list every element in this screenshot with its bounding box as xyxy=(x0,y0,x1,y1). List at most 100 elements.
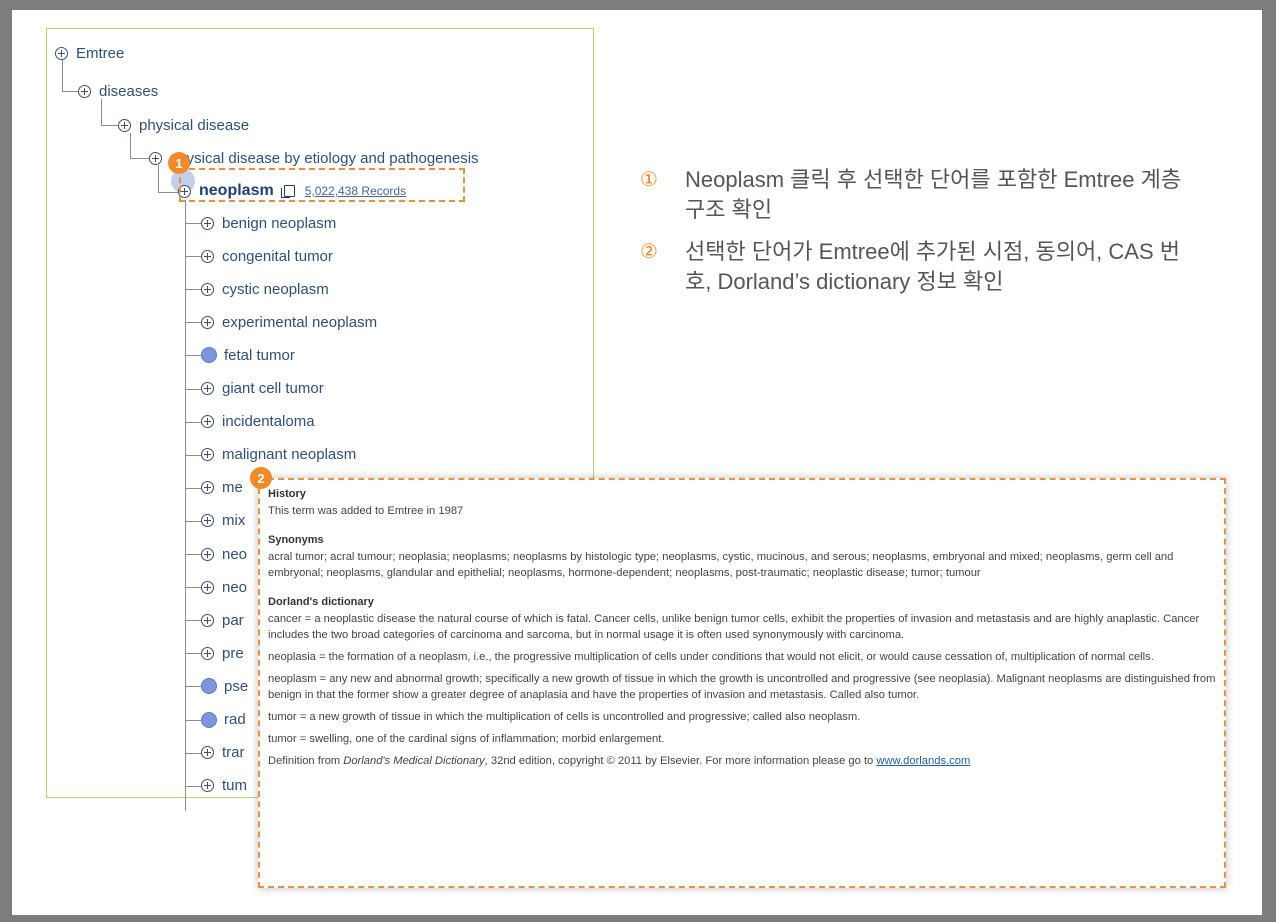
dorlands-link[interactable]: www.dorlands.com xyxy=(876,755,970,767)
tree-child-node[interactable]: rad xyxy=(201,709,246,731)
expand-icon[interactable] xyxy=(201,315,214,329)
tree-connector xyxy=(185,421,201,423)
expand-icon[interactable] xyxy=(201,448,214,462)
tree-node-etiology[interactable]: physical disease by etiology and pathoge… xyxy=(149,147,479,169)
tree-child-node[interactable]: fetal tumor xyxy=(201,344,295,366)
tree-node-label[interactable]: trar xyxy=(222,744,245,761)
tree-connector xyxy=(185,256,201,258)
expand-icon[interactable] xyxy=(201,282,214,296)
tree-node-label[interactable]: physical disease by etiology and pathoge… xyxy=(170,150,479,167)
tree-connector xyxy=(185,752,201,754)
expand-icon[interactable] xyxy=(201,613,214,627)
tree-connector xyxy=(130,158,149,159)
expand-icon[interactable] xyxy=(201,249,214,263)
source-book: Dorland's Medical Dictionary xyxy=(343,755,485,767)
callout-badge-2: 2 xyxy=(250,467,272,489)
tree-node-label[interactable]: diseases xyxy=(99,83,158,100)
tree-child-node[interactable]: tum xyxy=(201,775,247,797)
tree-child-node[interactable]: neo xyxy=(201,543,247,565)
tree-connector xyxy=(185,322,201,324)
note-text: 선택한 단어가 Emtree에 추가된 시점, 동의어, CAS 번호, Dor… xyxy=(685,239,1180,294)
tree-connector xyxy=(185,587,201,589)
leaf-dot-icon[interactable] xyxy=(201,711,217,728)
tree-child-node[interactable]: mix xyxy=(201,510,245,532)
tree-node-emtree[interactable]: Emtree xyxy=(55,42,124,64)
tree-connector xyxy=(130,133,131,158)
tree-node-diseases[interactable]: diseases xyxy=(78,80,158,102)
tree-node-label[interactable]: par xyxy=(222,612,244,629)
tree-node-label[interactable]: experimental neoplasm xyxy=(222,314,377,331)
history-text: This term was added to Emtree in 1987 xyxy=(268,505,464,517)
tree-node-label[interactable]: giant cell tumor xyxy=(222,380,324,397)
expand-icon[interactable] xyxy=(201,547,214,561)
tree-connector xyxy=(185,388,201,390)
tree-connector xyxy=(62,91,78,92)
tree-connector xyxy=(158,192,178,193)
tree-connector xyxy=(185,487,201,489)
tree-child-node[interactable]: par xyxy=(201,609,244,631)
tree-node-label[interactable]: benign neoplasm xyxy=(222,215,336,232)
tree-connector xyxy=(101,99,102,125)
tree-node-label[interactable]: pre xyxy=(222,645,244,662)
dorland-heading: Dorland's dictionary xyxy=(268,596,374,608)
leaf-dot-icon[interactable] xyxy=(201,347,217,364)
tree-child-node[interactable]: cystic neoplasm xyxy=(201,278,329,300)
tree-child-node[interactable]: incidentaloma xyxy=(201,411,315,433)
expand-icon[interactable] xyxy=(55,46,68,60)
expand-icon[interactable] xyxy=(201,746,214,760)
expand-icon[interactable] xyxy=(201,415,214,429)
tree-node-label[interactable]: Emtree xyxy=(76,45,124,62)
expand-icon[interactable] xyxy=(201,580,214,594)
tree-node-label[interactable]: rad xyxy=(224,711,246,728)
tree-connector xyxy=(185,520,201,522)
expand-icon[interactable] xyxy=(201,779,214,793)
tree-child-node[interactable]: me xyxy=(201,477,243,499)
tree-node-label[interactable]: congenital tumor xyxy=(222,248,333,265)
tree-node-label[interactable]: cystic neoplasm xyxy=(222,281,329,298)
definition-text: tumor = a new growth of tissue in which … xyxy=(268,711,861,723)
tree-node-label[interactable]: fetal tumor xyxy=(224,347,295,364)
tree-child-node[interactable]: neo xyxy=(201,576,247,598)
definition-text: neoplasm = any new and abnormal growth; … xyxy=(268,673,1216,701)
tree-connector xyxy=(185,355,201,357)
tree-child-node[interactable]: giant cell tumor xyxy=(201,378,324,400)
expand-icon[interactable] xyxy=(201,382,214,395)
expand-icon[interactable] xyxy=(78,84,91,98)
tree-child-node[interactable]: pse xyxy=(201,675,248,697)
expand-icon[interactable] xyxy=(201,514,214,528)
tree-node-label[interactable]: pse xyxy=(224,678,248,695)
tree-node-physical-disease[interactable]: physical disease xyxy=(118,114,249,136)
source-prefix: Definition from xyxy=(268,755,344,767)
leaf-dot-icon[interactable] xyxy=(201,678,217,695)
tree-node-label[interactable]: neo xyxy=(222,546,247,563)
tree-node-label[interactable]: tum xyxy=(222,777,247,794)
definition-text: tumor = swelling, one of the cardinal si… xyxy=(268,733,665,745)
tree-node-label[interactable]: physical disease xyxy=(139,117,249,134)
tree-connector xyxy=(158,165,159,192)
tree-child-node[interactable]: pre xyxy=(201,642,244,664)
expand-icon[interactable] xyxy=(201,481,214,495)
tree-node-label[interactable]: me xyxy=(222,479,243,496)
tree-connector xyxy=(185,686,201,688)
tree-connector xyxy=(185,554,201,555)
instruction-notes: ① Neoplasm 클릭 후 선택한 단어를 포함한 Emtree 계층 구조… xyxy=(640,165,1200,309)
tree-node-label[interactable]: neo xyxy=(222,579,247,596)
tree-node-label[interactable]: malignant neoplasm xyxy=(222,446,356,463)
tree-child-node[interactable]: trar xyxy=(201,742,245,764)
expand-icon[interactable] xyxy=(149,151,162,165)
tree-child-node[interactable]: benign neoplasm xyxy=(201,212,336,234)
tree-node-label[interactable]: mix xyxy=(222,512,245,529)
tree-node-label[interactable]: incidentaloma xyxy=(222,413,315,430)
tree-connector xyxy=(185,620,201,622)
expand-icon[interactable] xyxy=(201,216,214,230)
tree-connector xyxy=(101,125,118,126)
term-detail-popup: History This term was added to Emtree in… xyxy=(258,478,1226,888)
tree-child-node[interactable]: experimental neoplasm xyxy=(201,311,377,333)
expand-icon[interactable] xyxy=(201,646,214,660)
expand-icon[interactable] xyxy=(118,118,131,132)
tree-child-node[interactable]: malignant neoplasm xyxy=(201,444,356,466)
tree-child-node[interactable]: congenital tumor xyxy=(201,245,333,267)
tree-connector xyxy=(185,653,201,655)
note-item-2: ② 선택한 단어가 Emtree에 추가된 시점, 동의어, CAS 번호, D… xyxy=(640,237,1200,297)
tree-connector xyxy=(185,223,201,224)
